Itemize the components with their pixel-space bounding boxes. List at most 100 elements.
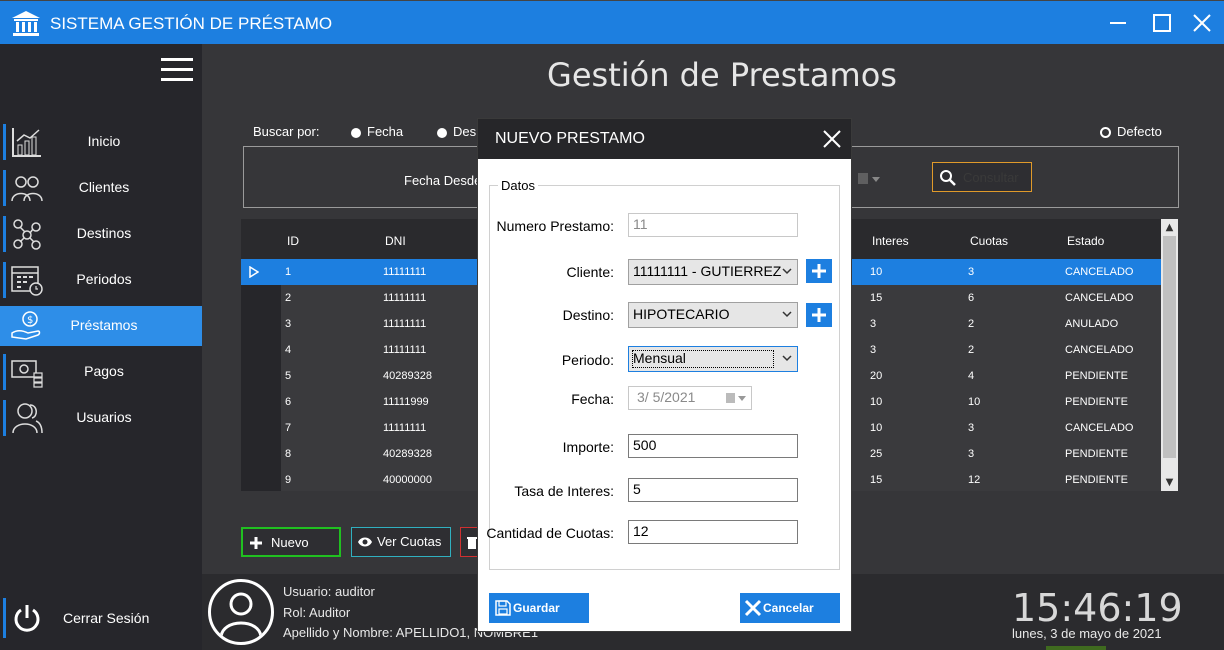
cell-dni: 11111111 <box>383 422 427 434</box>
add-destino-button[interactable] <box>806 303 832 327</box>
cell-dni: 11111111 <box>383 266 427 278</box>
cell-id: 5 <box>285 370 292 382</box>
cell-dni: 40000000 <box>383 474 432 486</box>
add-cliente-button[interactable] <box>806 259 832 283</box>
col-interes[interactable]: Interes <box>872 234 909 248</box>
close-icon[interactable] <box>822 129 842 149</box>
fecha-picker[interactable]: 3/ 5/2021 <box>628 386 752 410</box>
cell-dni: 11111111 <box>383 344 427 356</box>
radio-destino[interactable]: Des <box>437 124 476 139</box>
cliente-select[interactable]: 11111111 - GUTIERREZ <box>628 259 798 285</box>
ver-cuotas-button[interactable]: Ver Cuotas <box>351 527 451 557</box>
numero-field[interactable]: 11 <box>628 213 798 237</box>
destino-select[interactable]: HIPOTECARIO <box>628 302 798 328</box>
cell-estado: CANCELADO <box>1065 292 1134 304</box>
col-dni[interactable]: DNI <box>385 234 406 248</box>
sidebar-item-clientes[interactable]: Clientes <box>0 168 202 208</box>
maximize-icon[interactable] <box>1148 9 1176 37</box>
new-loan-dialog: NUEVO PRESTAMO Datos Numero Prestamo: 11… <box>477 118 852 632</box>
cantidad-label: Cantidad de Cuotas: <box>486 525 614 541</box>
cell-id: 2 <box>285 292 292 304</box>
periodo-select[interactable]: Mensual <box>628 346 798 372</box>
bank-icon <box>12 11 40 36</box>
eye-icon <box>358 537 372 547</box>
chevron-down-icon <box>782 311 792 318</box>
sidebar-item-inicio[interactable]: Inicio <box>0 122 202 162</box>
row-selector[interactable] <box>241 467 281 491</box>
cell-cuotas: 10 <box>968 396 981 408</box>
cell-estado: CANCELADO <box>1065 344 1134 356</box>
destino-label: Destino: <box>562 307 614 323</box>
sidebar-item-pagos[interactable]: Pagos <box>0 352 202 392</box>
cell-id: 7 <box>285 422 292 434</box>
consultar-button[interactable]: Consultar <box>932 162 1032 192</box>
cell-cuotas: 3 <box>968 448 975 460</box>
scroll-thumb[interactable] <box>1163 236 1176 458</box>
sidebar-item-destinos[interactable]: Destinos <box>0 214 202 254</box>
row-selector[interactable] <box>241 337 281 363</box>
datos-legend: Datos <box>498 178 538 193</box>
cell-id: 6 <box>285 396 292 408</box>
cell-id: 3 <box>285 318 292 330</box>
cantidad-field[interactable]: 12 <box>628 520 798 544</box>
chevron-down-icon <box>782 268 792 275</box>
col-cuotas[interactable]: Cuotas <box>970 234 1008 248</box>
cell-dni: 11111111 <box>383 318 427 330</box>
vertical-scrollbar[interactable]: ▲ ▼ <box>1161 219 1178 491</box>
nuevo-button[interactable]: Nuevo <box>241 527 341 557</box>
scroll-up-icon[interactable]: ▲ <box>1161 219 1178 236</box>
logout-button[interactable]: Cerrar Sesión <box>0 596 202 640</box>
scroll-down-icon[interactable]: ▼ <box>1161 474 1178 491</box>
cell-dni: 40289328 <box>383 370 432 382</box>
menu-icon[interactable] <box>161 58 193 81</box>
row-selector[interactable] <box>241 415 281 441</box>
search-by-label: Buscar por: <box>253 124 320 139</box>
calendar-dropdown-icon <box>726 393 746 403</box>
plus-icon <box>812 308 826 322</box>
radio-fecha[interactable]: Fecha <box>351 124 403 139</box>
status-strip <box>1046 646 1106 650</box>
sidebar-item-label: Destinos <box>76 225 132 241</box>
importe-label: Importe: <box>562 439 614 455</box>
row-selector[interactable] <box>241 363 281 389</box>
search-icon <box>940 170 956 186</box>
current-row-icon <box>249 266 259 278</box>
sidebar-item-prestamos[interactable]: $ Préstamos <box>0 306 202 346</box>
minimize-icon[interactable] <box>1104 9 1132 37</box>
cell-estado: PENDIENTE <box>1065 448 1128 460</box>
importe-field[interactable]: 500 <box>628 434 798 458</box>
cancelar-label: Cancelar <box>763 601 814 615</box>
user-icon <box>219 592 263 639</box>
cell-interes: 25 <box>870 448 883 460</box>
svg-text:$: $ <box>27 315 33 326</box>
guardar-label: Guardar <box>513 601 560 615</box>
col-id[interactable]: ID <box>287 234 299 248</box>
guardar-button[interactable]: Guardar <box>489 593 589 623</box>
row-selector[interactable] <box>241 259 281 285</box>
col-estado[interactable]: Estado <box>1067 234 1104 248</box>
cell-id: 4 <box>285 344 292 356</box>
plus-icon <box>812 264 826 278</box>
chart-icon <box>12 128 41 157</box>
row-selector[interactable] <box>241 389 281 415</box>
sidebar-item-periodos[interactable]: Periodos <box>0 260 202 300</box>
row-selector[interactable] <box>241 441 281 467</box>
fecha-desde-label: Fecha Desde <box>404 173 482 188</box>
calendar-dropdown-icon[interactable] <box>856 171 882 187</box>
tasa-field[interactable]: 5 <box>628 478 798 502</box>
datos-group <box>489 185 840 570</box>
consultar-label: Consultar <box>963 170 1019 185</box>
date: lunes, 3 de mayo de 2021 <box>1012 626 1162 641</box>
cancelar-button[interactable]: Cancelar <box>740 593 840 623</box>
users-icon <box>11 176 43 202</box>
cell-estado: PENDIENTE <box>1065 474 1128 486</box>
close-icon[interactable] <box>1188 9 1216 37</box>
numero-label: Numero Prestamo: <box>496 218 614 234</box>
row-selector[interactable] <box>241 311 281 337</box>
row-selector[interactable] <box>241 285 281 311</box>
radio-defecto[interactable]: Defecto <box>1100 124 1162 139</box>
cliente-label: Cliente: <box>566 264 614 280</box>
sidebar-item-usuarios[interactable]: Usuarios <box>0 398 202 438</box>
sidebar: Inicio Clientes Destinos Periodos $ Prés… <box>0 44 202 650</box>
periodo-label: Periodo: <box>561 352 614 368</box>
